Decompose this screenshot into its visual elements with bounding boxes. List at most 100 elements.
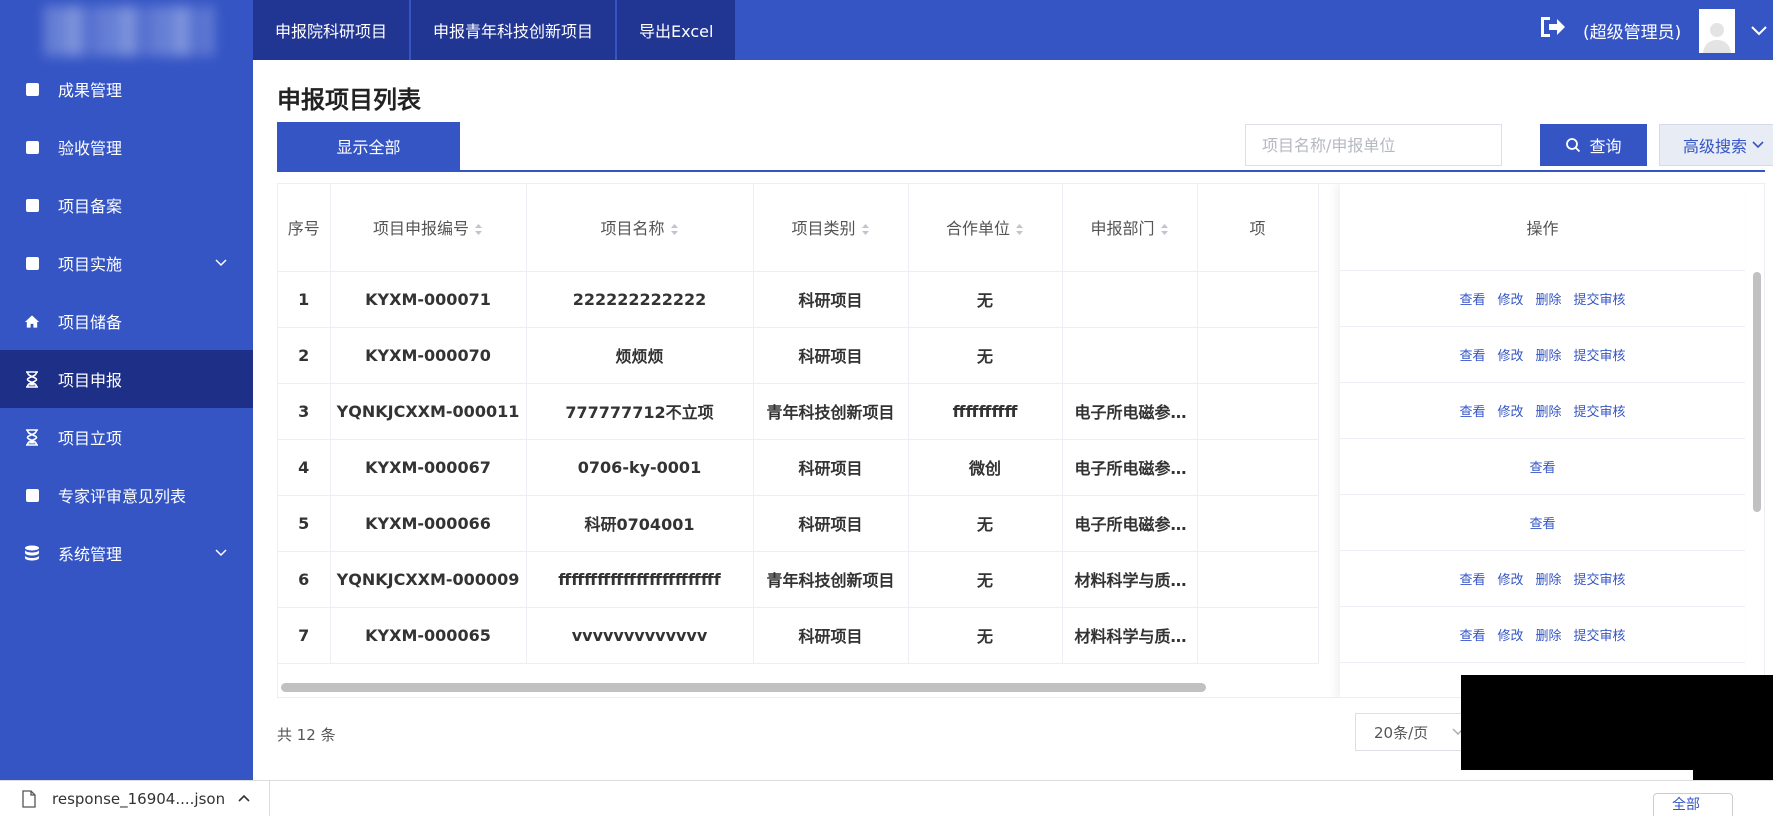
sidebar: 成果管理 验收管理 项目备案 项目实施 项目储备 项目申报 项目立项 专家评审意… — [0, 0, 253, 780]
show-all-downloads-button[interactable]: 全部 — [1653, 793, 1733, 816]
sidebar-item[interactable]: 项目立项 — [0, 408, 253, 466]
sidebar-item[interactable]: 专家评审意见列表 — [0, 466, 253, 524]
vertical-scrollbar[interactable] — [1753, 272, 1761, 512]
horizontal-scrollbar[interactable] — [281, 683, 1206, 692]
op-link[interactable]: 查看 — [1459, 569, 1485, 588]
op-link[interactable]: 提交审核 — [1574, 401, 1626, 420]
logout-icon[interactable] — [1538, 14, 1566, 40]
column-header-label: 序号 — [287, 219, 320, 239]
op-link[interactable]: 提交审核 — [1574, 289, 1626, 308]
sort-icon[interactable] — [469, 219, 483, 238]
advanced-search-button[interactable]: 高级搜索 — [1659, 124, 1773, 166]
sidebar-item[interactable]: 项目实施 — [0, 234, 253, 292]
sort-icon[interactable] — [856, 219, 870, 238]
cell-hidden — [1197, 439, 1319, 496]
cell-hidden — [1197, 607, 1319, 664]
cell-type: 青年科技创新项目 — [753, 383, 909, 440]
sort-icon[interactable] — [1010, 219, 1024, 238]
tab-declare-research[interactable]: 申报院科研项目 — [253, 0, 410, 60]
op-link[interactable]: 提交审核 — [1574, 345, 1626, 364]
op-link[interactable]: 修改 — [1497, 401, 1523, 420]
user-role: (超级管理员) — [1583, 23, 1682, 43]
cell-type: 科研项目 — [753, 607, 909, 664]
sidebar-item[interactable]: 项目备案 — [0, 176, 253, 234]
op-link[interactable]: 查看 — [1529, 513, 1555, 532]
cell-code: KYXM-000071 — [330, 271, 527, 328]
cell-dept — [1062, 271, 1198, 328]
project-table: 序号 项目申报编号 项目名称 项目类别 合作单位 申报部门 项 1 KYXM-000071 22… — [277, 183, 1765, 698]
cell-type: 科研项目 — [753, 495, 909, 552]
avatar[interactable] — [1699, 9, 1735, 53]
hourglass-icon — [24, 428, 40, 446]
op-link[interactable]: 删除 — [1536, 345, 1562, 364]
sidebar-item[interactable]: 系统管理 — [0, 524, 253, 582]
column-header[interactable]: 项目类别 — [753, 184, 909, 272]
op-link[interactable]: 修改 — [1497, 625, 1523, 644]
op-link[interactable]: 删除 — [1536, 625, 1562, 644]
cell-partner: ffffffffff — [908, 383, 1063, 440]
cell-partner: 无 — [908, 271, 1063, 328]
column-header[interactable]: 申报部门 — [1062, 184, 1198, 272]
op-link[interactable]: 删除 — [1536, 289, 1562, 308]
ops-row: 查看 — [1340, 439, 1745, 495]
column-header[interactable]: 项目申报编号 — [330, 184, 527, 272]
filter-bar: 显示全部 查询 高级搜索 — [277, 122, 1773, 172]
cell-name: 烦烦烦 — [526, 327, 754, 384]
op-link[interactable]: 查看 — [1459, 625, 1485, 644]
ops-row: 查看 修改 删除 提交审核 — [1340, 327, 1745, 383]
sidebar-item-label: 系统管理 — [58, 545, 123, 564]
square-icon — [24, 487, 40, 503]
op-link[interactable]: 查看 — [1529, 457, 1555, 476]
op-link[interactable]: 查看 — [1459, 289, 1485, 308]
column-header[interactable]: 项目名称 — [526, 184, 754, 272]
search-input[interactable] — [1245, 124, 1502, 166]
table-row: 1 KYXM-000071 222222222222 科研项目无 — [278, 271, 1319, 328]
op-link[interactable]: 修改 — [1497, 569, 1523, 588]
tab-declare-youth[interactable]: 申报青年科技创新项目 — [411, 0, 616, 60]
advanced-search-label: 高级搜索 — [1682, 137, 1747, 156]
cell-name: 0706-ky-0001 — [526, 439, 754, 496]
sort-icon[interactable] — [1155, 219, 1169, 238]
op-link[interactable]: 提交审核 — [1574, 569, 1626, 588]
op-link[interactable]: 修改 — [1497, 289, 1523, 308]
ops-row: 查看 修改 删除 提交审核 — [1340, 383, 1745, 439]
column-header[interactable]: 合作单位 — [908, 184, 1063, 272]
cell-no: 3 — [278, 383, 331, 440]
sidebar-item[interactable]: 成果管理 — [0, 60, 253, 118]
op-link[interactable]: 提交审核 — [1574, 625, 1626, 644]
ops-header: 操作 — [1340, 184, 1745, 271]
total-count: 共 12 条 — [277, 726, 336, 744]
op-link[interactable]: 删除 — [1536, 401, 1562, 420]
page-title: 申报项目列表 — [277, 86, 421, 114]
download-item[interactable]: response_16904....json — [0, 781, 270, 816]
video-overlay — [1461, 675, 1773, 770]
sidebar-item[interactable]: 项目申报 — [0, 350, 253, 408]
cell-dept: 电子所电磁参… — [1062, 495, 1198, 552]
column-header-label: 申报部门 — [1090, 219, 1155, 239]
user-menu-chevron-icon[interactable] — [1750, 22, 1768, 36]
table-row: 5 KYXM-000066 科研0704001 科研项目无电子所电磁参… — [278, 495, 1319, 552]
tab-export-excel[interactable]: 导出Excel — [617, 0, 736, 60]
square-icon — [24, 255, 40, 271]
page-size-select[interactable]: 20条/页 — [1355, 713, 1475, 751]
cell-hidden — [1197, 383, 1319, 440]
sort-icon[interactable] — [665, 219, 679, 238]
cell-code: YQNKJCXXM-000009 — [330, 551, 527, 608]
cell-no: 4 — [278, 439, 331, 496]
column-header: 项 — [1197, 184, 1319, 272]
op-link[interactable]: 删除 — [1536, 569, 1562, 588]
cell-hidden — [1197, 551, 1319, 608]
op-link[interactable]: 查看 — [1459, 401, 1485, 420]
sidebar-item-label: 成果管理 — [58, 81, 123, 100]
cell-no: 1 — [278, 271, 331, 328]
square-icon — [24, 81, 40, 97]
sidebar-item[interactable]: 验收管理 — [0, 118, 253, 176]
chevron-up-icon[interactable] — [237, 793, 251, 803]
cell-name: 777777712不立项 — [526, 383, 754, 440]
op-link[interactable]: 修改 — [1497, 345, 1523, 364]
sidebar-item[interactable]: 项目储备 — [0, 292, 253, 350]
query-button[interactable]: 查询 — [1540, 124, 1647, 166]
logo — [44, 6, 214, 56]
show-all-tab[interactable]: 显示全部 — [277, 122, 460, 170]
op-link[interactable]: 查看 — [1459, 345, 1485, 364]
